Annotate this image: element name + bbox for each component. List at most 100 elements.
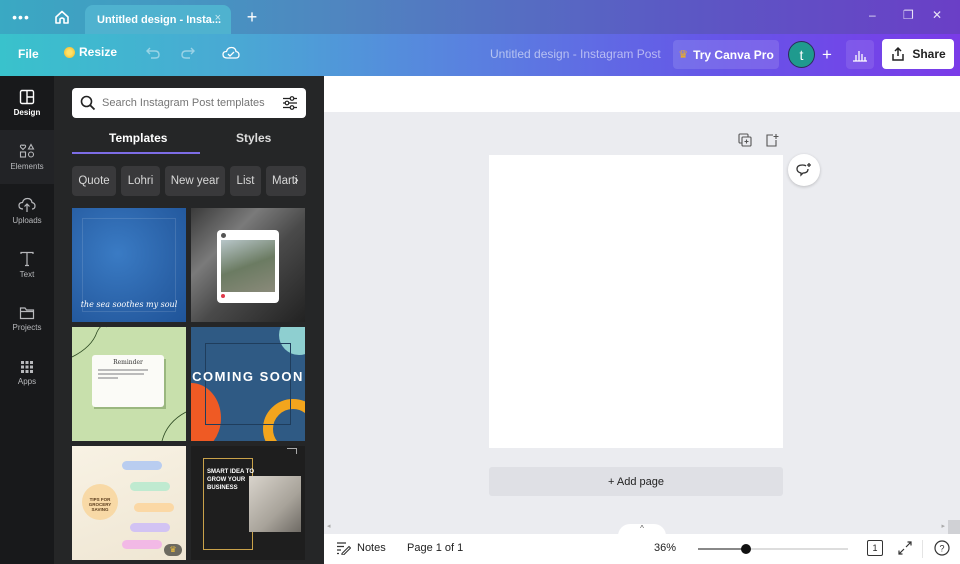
undo-icon[interactable] xyxy=(143,44,163,62)
new-tab-button[interactable]: + xyxy=(243,7,261,27)
template-search-box[interactable] xyxy=(72,88,306,118)
tip-pill xyxy=(130,482,170,491)
resize-button[interactable]: Resize xyxy=(64,45,117,59)
share-button[interactable]: Share xyxy=(882,39,954,69)
fullscreen-icon[interactable] xyxy=(898,541,912,558)
reminder-title: Reminder xyxy=(113,359,143,366)
upload-cloud-icon xyxy=(18,197,36,212)
crown-icon: ♛ xyxy=(678,49,689,61)
chevron-right-icon[interactable]: › xyxy=(294,171,299,187)
file-menu-button[interactable]: File xyxy=(18,47,39,61)
tab-title: Untitled design - Insta... xyxy=(97,13,222,26)
document-title[interactable]: Untitled design - Instagram Post xyxy=(490,47,661,61)
design-page[interactable] xyxy=(489,155,783,448)
template-blue-watercolor[interactable]: the sea soothes my soul xyxy=(72,208,186,322)
rail-item-design[interactable]: Design xyxy=(0,76,54,130)
share-upload-icon xyxy=(892,46,905,61)
notes-button[interactable]: Notes xyxy=(357,542,386,554)
active-tab-indicator xyxy=(72,152,200,154)
restore-button[interactable]: ❐ xyxy=(903,8,914,22)
tab-templates[interactable]: Templates xyxy=(109,131,167,145)
help-icon[interactable]: ? xyxy=(934,540,950,559)
text-line xyxy=(98,377,118,379)
page-grid-button[interactable]: 1 xyxy=(867,540,883,556)
try-canva-pro-button[interactable]: ♛ Try Canva Pro xyxy=(673,40,779,69)
template-green-reminder[interactable]: Reminder xyxy=(72,327,186,441)
template-instagram-photo-frame[interactable] xyxy=(191,208,305,322)
add-comment-button[interactable] xyxy=(788,154,820,186)
folder-icon xyxy=(19,307,35,320)
share-label: Share xyxy=(912,47,946,61)
tip-pill xyxy=(122,461,162,470)
insights-button[interactable] xyxy=(846,40,874,69)
bar-chart-icon xyxy=(853,50,867,62)
add-page-button[interactable]: + Add page xyxy=(489,467,783,496)
rail-label: Design xyxy=(13,108,41,117)
filter-sliders-icon[interactable] xyxy=(282,95,298,111)
elements-icon xyxy=(19,143,35,158)
svg-text:?: ? xyxy=(939,544,944,554)
design-icon xyxy=(19,89,35,105)
page-indicator[interactable]: Page 1 of 1 xyxy=(407,542,463,554)
rail-item-projects[interactable]: Projects xyxy=(0,292,54,346)
rail-item-elements[interactable]: Elements xyxy=(0,130,54,184)
crown-badge-icon xyxy=(64,46,75,58)
more-horizontal-icon[interactable]: ••• xyxy=(10,8,32,26)
chip-list[interactable]: List xyxy=(230,166,261,196)
rail-label: Projects xyxy=(12,323,42,332)
tip-pill xyxy=(134,503,174,512)
tips-label: TIPS FOR GROCERY SAVING xyxy=(88,497,112,512)
notes-icon[interactable] xyxy=(336,541,352,558)
tab-untitled-design[interactable]: Untitled design - Insta... × xyxy=(85,5,231,34)
coming-soon-text: COMING SOON xyxy=(192,369,304,384)
chip-lohri[interactable]: Lohri xyxy=(121,166,160,196)
chip-martin[interactable]: Marti xyxy=(266,166,306,196)
heart-icon xyxy=(221,294,225,298)
chip-new-year[interactable]: New year xyxy=(165,166,225,196)
rail-item-text[interactable]: Text xyxy=(0,238,54,292)
user-avatar[interactable]: t xyxy=(788,41,815,68)
bottom-bar: Notes Page 1 of 1 36% 1 ? xyxy=(324,534,960,564)
context-toolbar xyxy=(324,76,960,112)
chip-quote[interactable]: Quote xyxy=(72,166,116,196)
template-caption: the sea soothes my soul xyxy=(80,300,178,309)
duplicate-page-icon[interactable] xyxy=(738,133,752,150)
rail-label: Uploads xyxy=(12,216,42,225)
profile-dot-icon xyxy=(221,233,226,238)
search-icon xyxy=(80,95,96,111)
cloud-saved-icon[interactable] xyxy=(220,44,242,62)
reminder-card: Reminder xyxy=(92,355,164,407)
template-grocery-tips[interactable]: TIPS FOR GROCERY SAVING ♛ xyxy=(72,446,186,560)
rail-item-apps[interactable]: Apps xyxy=(0,346,54,400)
template-frame xyxy=(82,218,176,312)
home-icon[interactable] xyxy=(52,8,72,26)
redo-icon[interactable] xyxy=(178,44,198,62)
scroll-right-icon[interactable]: ▸ xyxy=(941,522,945,530)
resize-label: Resize xyxy=(79,45,118,59)
business-headline: SMART IDEA TO GROW YOUR BUSINESS xyxy=(207,469,255,491)
template-search-input[interactable] xyxy=(102,97,272,109)
zoom-slider-fill xyxy=(698,548,746,550)
template-coming-soon[interactable]: COMING SOON xyxy=(191,327,305,441)
scroll-left-icon[interactable]: ◂ xyxy=(327,522,331,530)
apps-grid-icon xyxy=(21,361,33,373)
pro-crown-icon: ♛ xyxy=(164,544,182,556)
minimize-button[interactable]: – xyxy=(869,8,876,22)
rail-item-uploads[interactable]: Uploads xyxy=(0,184,54,238)
page-count: 1 xyxy=(872,543,878,553)
add-page-icon[interactable] xyxy=(765,133,779,150)
text-icon xyxy=(20,251,34,267)
tab-styles[interactable]: Styles xyxy=(236,131,271,145)
template-business-idea[interactable]: SMART IDEA TO GROW YOUR BUSINESS xyxy=(191,446,305,560)
divider xyxy=(922,540,923,558)
add-collaborator-button[interactable]: + xyxy=(816,41,838,68)
comment-plus-icon xyxy=(796,163,811,177)
vertical-scrollbar[interactable] xyxy=(948,520,960,534)
zoom-slider-handle[interactable] xyxy=(741,544,751,554)
rail-label: Elements xyxy=(10,162,44,171)
zoom-level[interactable]: 36% xyxy=(654,542,676,554)
tab-close-icon[interactable]: × xyxy=(215,12,221,24)
photo-placeholder xyxy=(221,240,275,292)
instagram-card xyxy=(217,230,279,303)
close-window-button[interactable]: ✕ xyxy=(932,8,942,22)
